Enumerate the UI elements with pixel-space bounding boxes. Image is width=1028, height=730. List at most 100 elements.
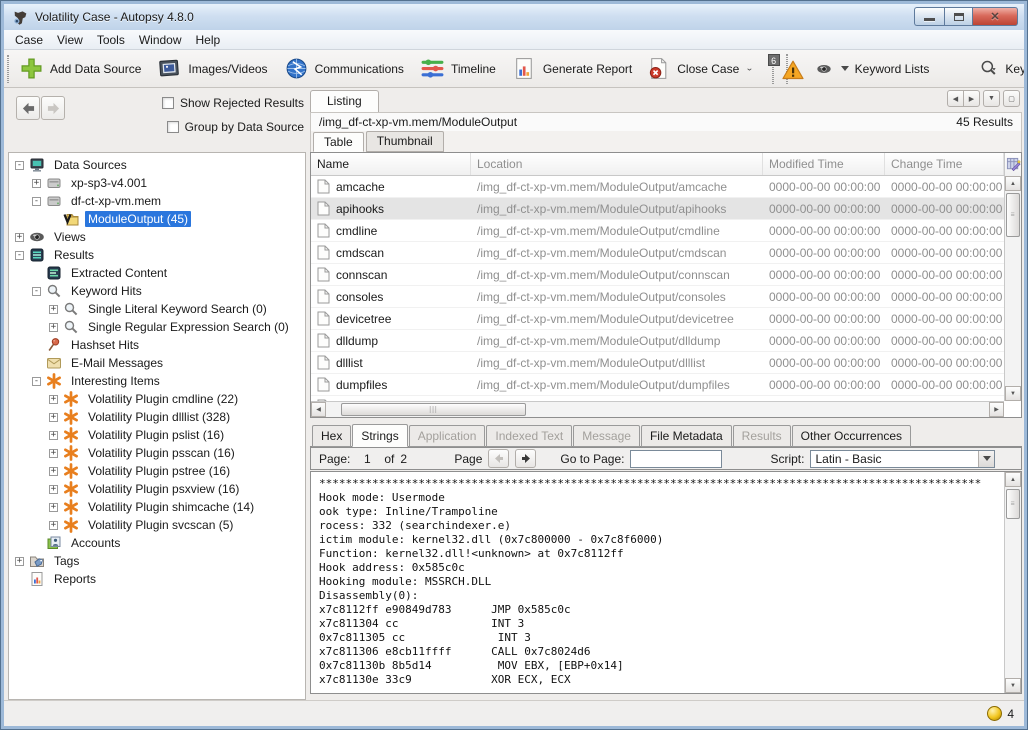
tree-expander-plus[interactable]: + [15, 233, 24, 242]
tree-item-moduleoutput-45[interactable]: ModuleOutput (45) [9, 210, 305, 228]
scroll-down-button[interactable]: ▼ [1005, 386, 1021, 401]
tree-item-e-mail-messages[interactable]: E-Mail Messages [9, 354, 305, 372]
tree-item-volatility-plugin-shimcache-14[interactable]: +Volatility Plugin shimcache (14) [9, 498, 305, 516]
tree-item-volatility-plugin-pstree-16[interactable]: +Volatility Plugin pstree (16) [9, 462, 305, 480]
table-row-dlldump[interactable]: dlldump/img_df-ct-xp-vm.mem/ModuleOutput… [311, 330, 1004, 352]
tab-other-occurrences[interactable]: Other Occurrences [792, 425, 911, 447]
menu-tools[interactable]: Tools [90, 31, 132, 49]
text-vertical-scrollbar[interactable]: ▲ ≡ ▼ [1004, 472, 1021, 693]
tab-hex[interactable]: Hex [312, 425, 351, 447]
tree-expander-minus[interactable]: - [32, 287, 41, 296]
table-row-devicetree[interactable]: devicetree/img_df-ct-xp-vm.mem/ModuleOut… [311, 308, 1004, 330]
tree-expander-plus[interactable]: + [49, 413, 58, 422]
tree-expander-plus[interactable]: + [49, 431, 58, 440]
tree-expander-plus[interactable]: + [49, 323, 58, 332]
column-header-modified-time[interactable]: Modified Time [763, 153, 885, 175]
table-row-cmdline[interactable]: cmdline/img_df-ct-xp-vm.mem/ModuleOutput… [311, 220, 1004, 242]
tree-expander-plus[interactable]: + [49, 395, 58, 404]
scrollbar-thumb[interactable]: ≡ [1006, 193, 1020, 237]
column-header-change-time[interactable]: Change Time [885, 153, 1004, 175]
menu-case[interactable]: Case [8, 31, 50, 49]
tree-expander-plus[interactable]: + [49, 503, 58, 512]
tree-expander-plus[interactable]: + [15, 557, 24, 566]
tree-item-volatility-plugin-psscan-16[interactable]: +Volatility Plugin psscan (16) [9, 444, 305, 462]
tree-expander-plus[interactable]: + [49, 521, 58, 530]
group-by-data-source-checkbox[interactable] [167, 121, 179, 133]
minimize-button[interactable] [914, 7, 944, 26]
tree-expander-minus[interactable]: - [15, 251, 24, 260]
previous-page-button[interactable] [488, 449, 509, 468]
keyword-search-button[interactable]: Keyword Search [974, 56, 1028, 82]
tree-item-results[interactable]: -Results [9, 246, 305, 264]
tree-item-volatility-plugin-dlllist-328[interactable]: +Volatility Plugin dlllist (328) [9, 408, 305, 426]
history-forward-button[interactable] [41, 96, 65, 120]
tree-expander-plus[interactable]: + [49, 305, 58, 314]
add-data-source-button[interactable]: Add Data Source [14, 53, 146, 84]
tree-item-hashset-hits[interactable]: Hashset Hits [9, 336, 305, 354]
column-header-name[interactable]: Name [311, 153, 471, 175]
tree-item-volatility-plugin-svcscan-5[interactable]: +Volatility Plugin svcscan (5) [9, 516, 305, 534]
menu-help[interactable]: Help [189, 31, 228, 49]
tree-item-keyword-hits[interactable]: -Keyword Hits [9, 282, 305, 300]
tree-expander-plus[interactable]: + [49, 449, 58, 458]
tree-item-xp-sp3-v4-001[interactable]: +xp-sp3-v4.001 [9, 174, 305, 192]
tree-item-views[interactable]: +Views [9, 228, 305, 246]
tree-item-volatility-plugin-cmdline-22[interactable]: +Volatility Plugin cmdline (22) [9, 390, 305, 408]
scrollbar-thumb[interactable]: ≡ [1006, 489, 1020, 519]
tree-item-extracted-content[interactable]: Extracted Content [9, 264, 305, 282]
images-videos-button[interactable]: Images/Videos [152, 53, 272, 84]
close-case-button[interactable]: Close Case ⌄ [641, 53, 757, 84]
tree-item-single-regular-expression-search-0[interactable]: +Single Regular Expression Search (0) [9, 318, 305, 336]
tree-item-volatility-plugin-psxview-16[interactable]: +Volatility Plugin psxview (16) [9, 480, 305, 498]
scroll-up-button[interactable]: ▲ [1005, 472, 1021, 487]
tree-item-single-literal-keyword-search-0[interactable]: +Single Literal Keyword Search (0) [9, 300, 305, 318]
tree-expander-plus[interactable]: + [49, 467, 58, 476]
history-back-button[interactable] [16, 96, 40, 120]
next-page-button[interactable] [515, 449, 536, 468]
scroll-down-button[interactable]: ▼ [1005, 678, 1021, 693]
tree-item-accounts[interactable]: Accounts [9, 534, 305, 552]
table-row-amcache[interactable]: amcache/img_df-ct-xp-vm.mem/ModuleOutput… [311, 176, 1004, 198]
tab-scroll-right-button[interactable]: ▶ [963, 90, 980, 107]
table-row-connscan[interactable]: connscan/img_df-ct-xp-vm.mem/ModuleOutpu… [311, 264, 1004, 286]
tree-item-interesting-items[interactable]: -Interesting Items [9, 372, 305, 390]
scrollbar-thumb[interactable]: ||| [341, 403, 526, 416]
tab-table[interactable]: Table [313, 132, 364, 152]
table-vertical-scrollbar[interactable]: ▲ ≡ ▼ [1004, 176, 1021, 401]
communications-button[interactable]: Communications [279, 53, 409, 84]
show-rejected-results-checkbox[interactable] [162, 97, 174, 109]
tab-thumbnail[interactable]: Thumbnail [366, 131, 444, 152]
close-button[interactable]: ✕ [973, 7, 1018, 26]
table-row-apihooks[interactable]: apihooks/img_df-ct-xp-vm.mem/ModuleOutpu… [311, 198, 1004, 220]
tree-expander-minus[interactable]: - [32, 377, 41, 386]
tab-list-dropdown-button[interactable]: ▼ [983, 90, 1000, 107]
table-horizontal-scrollbar[interactable]: ◀ ||| ▶ [311, 401, 1004, 417]
background-tasks-icon[interactable] [987, 706, 1002, 721]
scroll-up-button[interactable]: ▲ [1005, 176, 1021, 191]
maximize-button[interactable] [944, 7, 973, 26]
generate-report-button[interactable]: Generate Report [507, 53, 637, 84]
tree-expander-plus[interactable]: + [32, 179, 41, 188]
table-row-dumpfiles[interactable]: dumpfiles/img_df-ct-xp-vm.mem/ModuleOutp… [311, 374, 1004, 396]
table-row-cmdscan[interactable]: cmdscan/img_df-ct-xp-vm.mem/ModuleOutput… [311, 242, 1004, 264]
tree-item-volatility-plugin-pslist-16[interactable]: +Volatility Plugin pslist (16) [9, 426, 305, 444]
timeline-button[interactable]: Timeline [415, 53, 501, 84]
menu-window[interactable]: Window [132, 31, 189, 49]
table-options-button[interactable] [1004, 153, 1021, 176]
tab-strings[interactable]: Strings [352, 424, 407, 447]
tree-expander-plus[interactable]: + [49, 485, 58, 494]
tree-item-df-ct-xp-vm-mem[interactable]: -df-ct-xp-vm.mem [9, 192, 305, 210]
column-header-location[interactable]: Location [471, 153, 763, 175]
menu-view[interactable]: View [50, 31, 90, 49]
table-row-consoles[interactable]: consoles/img_df-ct-xp-vm.mem/ModuleOutpu… [311, 286, 1004, 308]
tab-file-metadata[interactable]: File Metadata [641, 425, 732, 447]
tree-expander-minus[interactable]: - [15, 161, 24, 170]
scroll-right-button[interactable]: ▶ [989, 402, 1004, 417]
script-select[interactable]: Latin - Basic [810, 450, 995, 468]
keyword-lists-button[interactable]: Keyword Lists [808, 58, 935, 80]
scroll-left-button[interactable]: ◀ [311, 402, 326, 417]
tab-scroll-left-button[interactable]: ◀ [947, 90, 964, 107]
tree-item-tags[interactable]: +Tags [9, 552, 305, 570]
goto-page-input[interactable] [630, 450, 722, 468]
tree-expander-minus[interactable]: - [32, 197, 41, 206]
